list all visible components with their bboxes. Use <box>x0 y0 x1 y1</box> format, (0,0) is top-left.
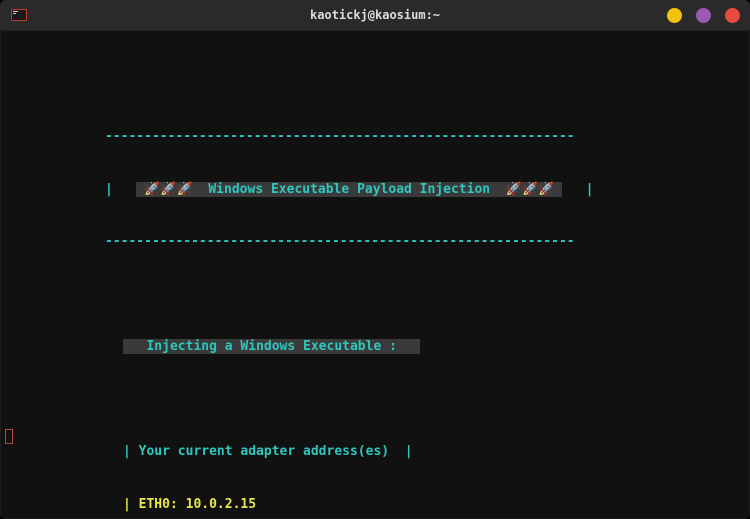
window-controls <box>620 8 740 23</box>
terminal-cursor <box>5 429 13 444</box>
adapter-header: | Your current adapter address(es) | <box>123 443 735 461</box>
rocket-icon: 🚀🚀🚀 <box>144 182 193 197</box>
titlebar[interactable]: kaotickj@kaosium:~ <box>0 0 750 30</box>
terminal-body[interactable]: ----------------------------------------… <box>0 30 750 519</box>
section-heading-row: Injecting a Windows Executable : <box>123 338 735 356</box>
banner-divider-top: ----------------------------------------… <box>105 128 735 146</box>
titlebar-left <box>10 6 130 24</box>
banner-pipe-right: | <box>586 182 594 197</box>
section-heading: Injecting a Windows Executable : <box>123 339 420 354</box>
close-button[interactable] <box>725 8 740 23</box>
minimize-button[interactable] <box>667 8 682 23</box>
banner-title-row: | 🚀🚀🚀 Windows Executable Payload Injecti… <box>105 181 735 199</box>
banner-title: Windows Executable Payload Injection <box>193 182 506 197</box>
adapter-eth0: | ETH0: 10.0.2.15 <box>123 496 735 514</box>
terminal-window: kaotickj@kaosium:~ ---------------------… <box>0 0 750 519</box>
banner-divider-bottom: ----------------------------------------… <box>105 233 735 251</box>
maximize-button[interactable] <box>696 8 711 23</box>
banner-pipe-left: | <box>105 182 113 197</box>
rocket-icon: 🚀🚀🚀 <box>506 182 555 197</box>
window-title: kaotickj@kaosium:~ <box>130 8 620 22</box>
app-icon <box>10 6 28 24</box>
